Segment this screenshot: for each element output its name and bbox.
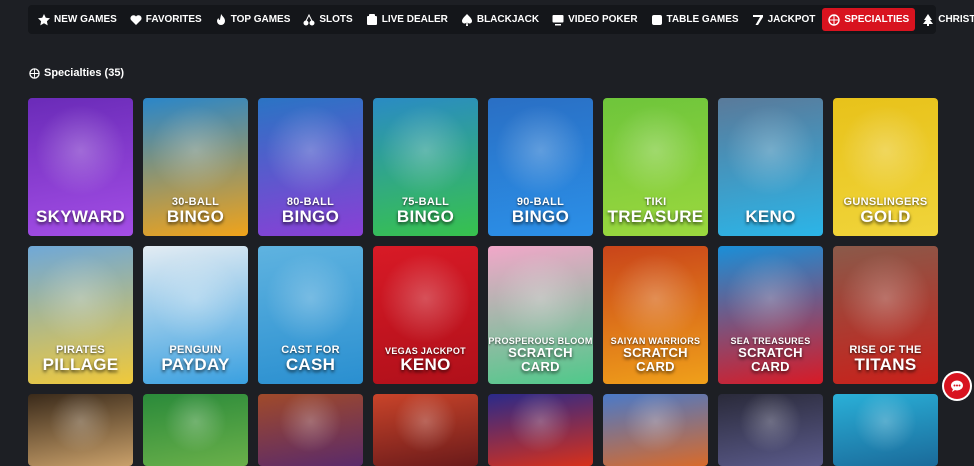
ball-icon [828,13,841,26]
game-title-line2: TREASURE [607,207,704,226]
dealer-icon [366,13,377,25]
game-tile[interactable] [373,394,478,466]
game-tile[interactable] [488,394,593,466]
game-tile[interactable]: PROSPEROUS BLOOM SCRATCH CARD [488,246,593,384]
nav-item-video-poker[interactable]: VIDEO POKER [546,8,643,31]
nav-item-blackjack[interactable]: BLACKJACK [455,8,545,31]
heart-icon [130,14,142,25]
game-tile[interactable]: VEGAS JACKPOT KENO [373,246,478,384]
game-tile[interactable]: RISE OF THE TITANS [833,246,938,384]
nav-item-label: TOP GAMES [230,14,291,25]
nav-item-label: SLOTS [319,14,353,25]
game-title-line2: SCRATCH CARD [508,345,573,374]
seven-icon [752,14,763,25]
nav-item-label: FAVORITES [145,14,202,25]
game-tile[interactable] [28,394,133,466]
nav-item-jackpot[interactable]: JACKPOT [746,8,822,31]
game-artwork [833,394,938,466]
game-artwork [143,394,248,466]
nav-item-label: TABLE GAMES [666,14,739,25]
dice-icon [651,14,662,25]
tree-icon [923,13,934,26]
nav-item-christmas[interactable]: CHRISTMAS [916,8,974,31]
game-title-line2: TITANS [854,355,917,374]
nav-item-label: NEW GAMES [54,14,117,25]
game-artwork [603,394,708,466]
game-tile[interactable] [718,394,823,466]
game-tile[interactable]: 80-BALL BINGO [258,98,363,236]
game-title-line2: PILLAGE [42,355,119,374]
game-tile[interactable]: 30-BALL BINGO [143,98,248,236]
nav-item-label: JACKPOT [767,14,816,25]
game-artwork [258,394,363,466]
game-tile[interactable]: GUNSLINGERS GOLD [833,98,938,236]
nav-item-slots[interactable]: SLOTS [297,8,358,31]
nav-item-new-games[interactable]: NEW GAMES [32,8,123,31]
nav-item-label: LIVE DEALER [381,14,448,25]
game-title-line2: BINGO [281,207,340,226]
spade-icon [461,13,472,26]
nav-item-label: SPECIALTIES [844,14,910,25]
game-tile[interactable]: PIRATES PILLAGE [28,246,133,384]
game-tile[interactable]: SEA TREASURES SCRATCH CARD [718,246,823,384]
game-artwork [28,394,133,466]
game-title-line2: BINGO [511,207,570,226]
game-title-line2: PAYDAY [161,355,230,374]
nav-item-top-games[interactable]: TOP GAMES [209,8,297,31]
game-title-line2: BINGO [396,207,455,226]
game-title-line2: SKYWARD [36,207,125,226]
nav-item-live-dealer[interactable]: LIVE DEALER [360,8,454,31]
game-tile[interactable]: 75-BALL BINGO [373,98,478,236]
game-tile[interactable]: CAST FOR CASH [258,246,363,384]
game-title-line2: GOLD [860,207,911,226]
game-artwork [488,394,593,466]
game-grid: SKYWARD 30-BALL BINGO 80-BALL BINGO 75-BALL BI… [28,98,938,466]
section-title: Specialties (35) [44,67,125,79]
game-artwork [373,394,478,466]
game-title-line2: KENO [745,207,796,226]
nav-item-specialties[interactable]: SPECIALTIES [822,8,916,31]
game-tile[interactable]: SAIYAN WARRIORS SCRATCH CARD [603,246,708,384]
nav-item-table-games[interactable]: TABLE GAMES [645,8,745,31]
cherries-icon [303,13,315,25]
category-nav: NEW GAMES FAVORITES TOP GAMES SLOTS LIVE DEA… [28,5,974,34]
game-title-line2: SCRATCH CARD [623,345,688,374]
game-tile[interactable]: KENO [718,98,823,236]
nav-item-favorites[interactable]: FAVORITES [124,8,208,31]
nav-item-label: VIDEO POKER [568,14,638,25]
monitor-icon [552,14,564,25]
game-title-line2: CASH [285,355,336,374]
game-tile[interactable]: PENGUIN PAYDAY [143,246,248,384]
game-tile[interactable] [833,394,938,466]
nav-item-label: BLACKJACK [476,14,540,25]
nav-item-label: CHRISTMAS [938,14,974,25]
game-tile[interactable]: 90-BALL BINGO [488,98,593,236]
game-tile[interactable] [603,394,708,466]
ball-icon [29,67,40,79]
game-tile[interactable] [143,394,248,466]
game-artwork [718,394,823,466]
section-header: Specialties (35) [29,67,124,79]
game-tile[interactable]: SKYWARD [28,98,133,236]
chat-bubble-icon [951,380,963,392]
chat-button[interactable] [944,373,970,399]
star-icon [38,13,50,25]
flame-icon [216,13,225,25]
game-title-line2: KENO [400,355,451,374]
game-tile[interactable] [258,394,363,466]
game-title-line2: SCRATCH CARD [738,345,803,374]
game-title-line2: BINGO [166,207,225,226]
game-tile[interactable]: TIKI TREASURE [603,98,708,236]
